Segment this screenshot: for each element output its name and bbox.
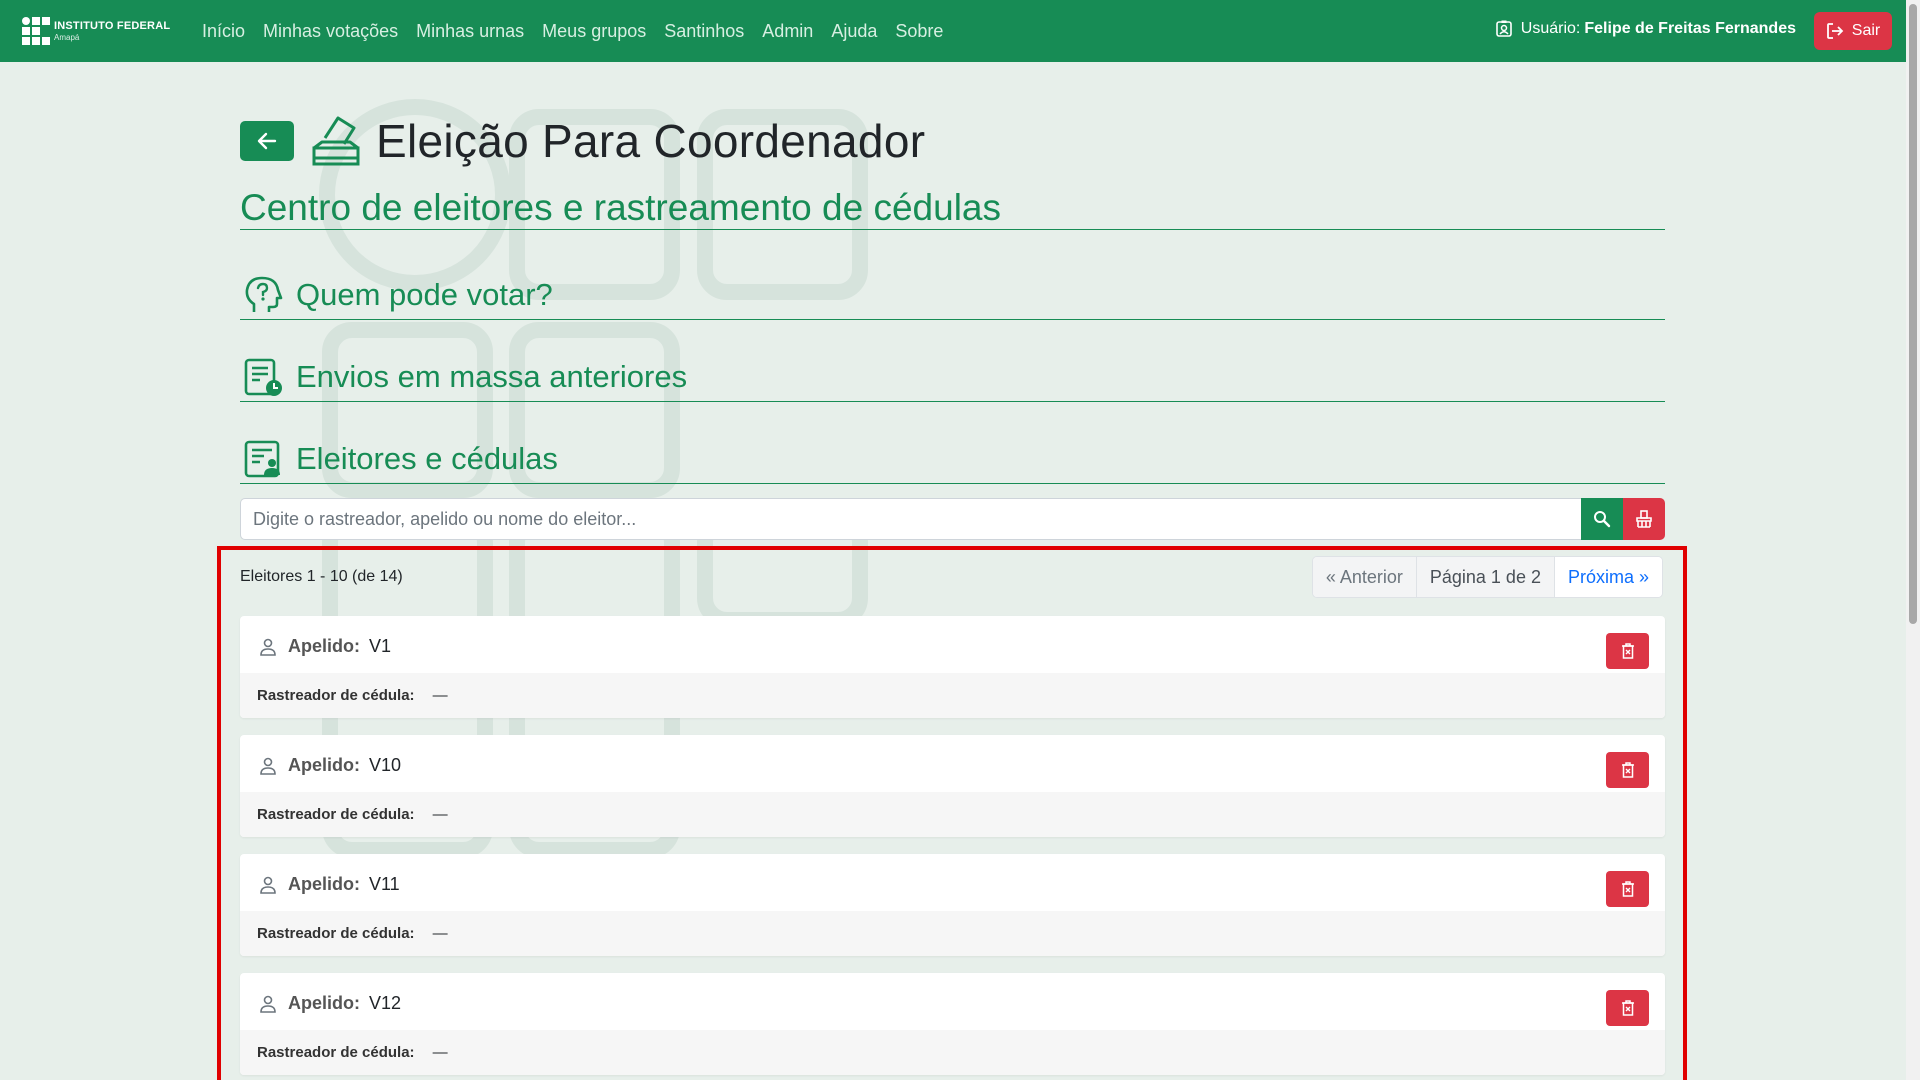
user-label: Usuário:	[1520, 20, 1581, 37]
back-button[interactable]	[240, 121, 294, 161]
nav-link-admin[interactable]: Admin	[762, 21, 813, 42]
page-subtitle: Centro de eleitores e rastreamento de cé…	[240, 186, 1665, 230]
voter-search-input[interactable]	[240, 498, 1581, 540]
voter-card: Apelido: V10 Rastreador de cédula: —	[240, 735, 1665, 837]
nickname-label: Apelido:	[288, 636, 360, 656]
nav-link-inicio[interactable]: Início	[202, 21, 245, 42]
logout-label: Sair	[1851, 22, 1881, 39]
nickname-value: V11	[369, 874, 400, 894]
voter-card: Apelido: V1 Rastreador de cédula: —	[240, 616, 1665, 718]
search-button[interactable]	[1581, 498, 1623, 540]
head-question-icon	[245, 276, 283, 312]
person-icon	[260, 995, 276, 1013]
trash-x-icon	[1621, 881, 1634, 897]
tracker-value: —	[432, 687, 448, 704]
user-name: Felipe de Freitas Fernandes	[1584, 20, 1796, 37]
nickname-label: Apelido:	[288, 993, 360, 1013]
trash-x-icon	[1621, 1000, 1634, 1016]
scrollbar-thumb[interactable]	[1909, 4, 1917, 624]
list-person-icon	[244, 440, 280, 477]
nickname-value: V10	[369, 755, 402, 775]
tracker-label: Rastreador de cédula:	[257, 925, 415, 942]
pagination-info: Página 1 de 2	[1416, 557, 1555, 597]
voter-card: Apelido: V11 Rastreador de cédula: —	[240, 854, 1665, 956]
section-envios-em-massa[interactable]: Envios em massa anteriores	[240, 352, 1665, 402]
person-icon	[260, 876, 276, 894]
user-badge-icon	[1495, 20, 1512, 37]
arrow-left-icon	[257, 132, 277, 150]
brand-campus: Amapá	[54, 32, 80, 42]
eraser-icon	[1636, 510, 1652, 528]
voter-count: Eleitores 1 - 10 (de 14)	[240, 568, 403, 585]
person-icon	[260, 638, 276, 656]
nickname-label: Apelido:	[288, 755, 360, 775]
tracker-label: Rastreador de cédula:	[257, 806, 415, 823]
brand-logo[interactable]: INSTITUTO FEDERAL Amapá	[22, 17, 192, 45]
nickname-label: Apelido:	[288, 874, 360, 894]
delete-voter-button[interactable]	[1606, 990, 1649, 1026]
nav-link-ajuda[interactable]: Ajuda	[831, 21, 877, 42]
delete-voter-button[interactable]	[1606, 752, 1649, 788]
pagination-next[interactable]: Próxima »	[1554, 557, 1662, 597]
top-navbar: INSTITUTO FEDERAL Amapá Início Minhas vo…	[0, 0, 1906, 62]
section-quem-pode-votar[interactable]: Quem pode votar?	[240, 270, 1665, 320]
brand-name: INSTITUTO FEDERAL	[54, 19, 171, 32]
clear-search-button[interactable]	[1623, 498, 1665, 540]
page-title: Eleição Para Coordenador	[376, 115, 926, 167]
pagination: « Anterior Página 1 de 2 Próxima »	[1311, 556, 1663, 598]
tracker-label: Rastreador de cédula:	[257, 1044, 415, 1061]
nickname-value: V12	[369, 993, 402, 1013]
tracker-label: Rastreador de cédula:	[257, 687, 415, 704]
tracker-value: —	[432, 806, 448, 823]
section-title-envios-em-massa: Envios em massa anteriores	[296, 358, 688, 394]
logout-button[interactable]: Sair	[1814, 12, 1892, 50]
voter-list: Apelido: V1 Rastreador de cédula: — Apel…	[240, 616, 1665, 1080]
section-title-eleitores-cedulas: Eleitores e cédulas	[296, 440, 558, 476]
list-clock-icon	[244, 358, 282, 396]
title-row: Eleição Para Coordenador	[240, 114, 925, 168]
nickname-value: V1	[369, 636, 392, 656]
user-info: Usuário: Felipe de Freitas Fernandes	[1495, 20, 1796, 38]
nav-link-meus-grupos[interactable]: Meus grupos	[542, 21, 646, 42]
voter-card: Apelido: V12 Rastreador de cédula: —	[240, 973, 1665, 1075]
pagination-previous[interactable]: « Anterior	[1312, 557, 1417, 597]
delete-voter-button[interactable]	[1606, 633, 1649, 669]
tracker-value: —	[432, 925, 448, 942]
ballot-box-icon	[312, 116, 360, 166]
subtitle-text: Centro de eleitores e rastreamento de cé…	[240, 186, 1001, 228]
voter-search-group	[240, 498, 1665, 540]
logout-icon	[1826, 23, 1844, 39]
if-logo-icon	[22, 17, 50, 45]
nav-link-sobre[interactable]: Sobre	[895, 21, 943, 42]
tracker-value: —	[432, 1044, 448, 1061]
nav-link-santinhos[interactable]: Santinhos	[664, 21, 744, 42]
search-icon	[1594, 511, 1611, 528]
trash-x-icon	[1621, 643, 1634, 659]
nav-link-minhas-urnas[interactable]: Minhas urnas	[416, 21, 524, 42]
delete-voter-button[interactable]	[1606, 871, 1649, 907]
section-title-quem-pode-votar: Quem pode votar?	[296, 276, 553, 312]
person-icon	[260, 757, 276, 775]
trash-x-icon	[1621, 762, 1634, 778]
section-eleitores-cedulas[interactable]: Eleitores e cédulas	[240, 434, 1665, 484]
page-scrollbar[interactable]	[1906, 0, 1920, 1080]
nav-links: Início Minhas votações Minhas urnas Meus…	[202, 21, 961, 42]
nav-link-minhas-votacoes[interactable]: Minhas votações	[263, 21, 398, 42]
